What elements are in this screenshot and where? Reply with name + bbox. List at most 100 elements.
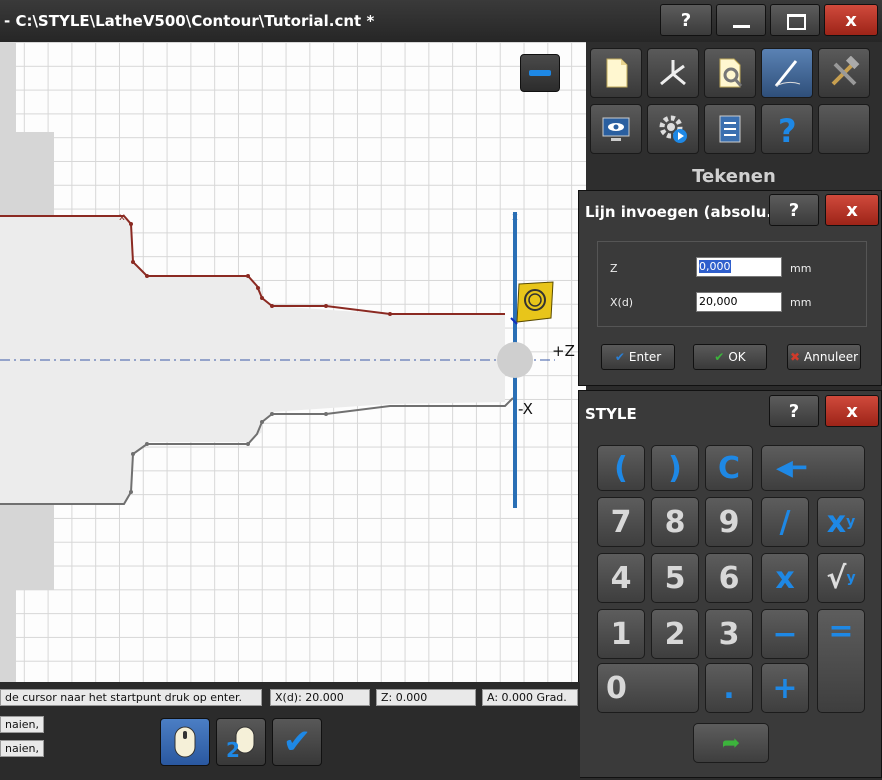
dialog-title: Lijn invoegen (absolu...: [585, 203, 784, 221]
minus-x-label: -X: [518, 400, 533, 418]
cross-icon: ✖: [789, 350, 800, 364]
status-angle: A: 0.000 Grad.: [482, 689, 578, 706]
key-2[interactable]: 2: [651, 609, 699, 659]
key-5[interactable]: 5: [651, 553, 699, 603]
tool-simulate[interactable]: [647, 104, 699, 154]
keypad-close-button[interactable]: x: [825, 395, 879, 427]
cancel-button[interactable]: ✖ Annuleer: [787, 344, 861, 370]
z-unit: mm: [790, 262, 812, 275]
status-message: de cursor naar het startpunt druk op ent…: [0, 689, 262, 706]
tool-draw[interactable]: [761, 48, 813, 98]
toolbar-section-label: Tekenen: [692, 166, 776, 187]
tool-tools[interactable]: [818, 48, 870, 98]
tool-document-settings[interactable]: [704, 48, 756, 98]
confirm-button[interactable]: ✔: [272, 718, 322, 766]
close-button[interactable]: x: [824, 4, 878, 36]
zoom-out-button[interactable]: [520, 54, 560, 92]
check-icon: ✔: [714, 350, 725, 364]
keypad-title: STYLE: [585, 405, 637, 423]
gear-play-icon: [659, 115, 687, 143]
key-3[interactable]: 3: [705, 609, 753, 659]
minimize-button[interactable]: [716, 4, 766, 36]
dialog-close-button[interactable]: x: [825, 194, 879, 226]
svg-text:x: x: [512, 212, 518, 223]
minimize-icon: [733, 25, 750, 28]
list-icon: [719, 115, 741, 143]
root-label: √: [826, 560, 847, 596]
draw-pen-icon: [774, 60, 801, 87]
keypad-panel: STYLE ? x ( ) C ◀━ 7 8 9 / xy 4 5 6 x √ y…: [578, 390, 882, 778]
document-wrench-icon: [719, 58, 743, 88]
mouse-icon: [174, 726, 196, 758]
enter-button[interactable]: ✔ Enter: [601, 344, 675, 370]
ok-button[interactable]: ✔ OK: [693, 344, 767, 370]
key-multiply[interactable]: x: [761, 553, 809, 603]
maximize-button[interactable]: [770, 4, 820, 36]
svg-text:2: 2: [226, 738, 240, 759]
maximize-icon: [787, 14, 806, 30]
key-divide[interactable]: /: [761, 497, 809, 547]
key-close-paren[interactable]: ): [651, 445, 699, 491]
status-left-2: naien, R:: [0, 740, 44, 757]
key-decimal[interactable]: .: [705, 663, 753, 713]
key-0[interactable]: 0: [597, 663, 699, 713]
tool-lathe[interactable]: [647, 48, 699, 98]
arrow-return-icon: ➦: [721, 730, 741, 756]
question-icon: ?: [778, 112, 797, 146]
key-open-paren[interactable]: (: [597, 445, 645, 491]
input-group: Z 0,000 mm X(d) 20,000 mm: [597, 241, 867, 327]
ok-label: OK: [728, 350, 746, 364]
check-icon: ✔: [614, 350, 625, 364]
status-xd: X(d): 20.000: [270, 689, 370, 706]
enter-label: Enter: [628, 350, 662, 364]
key-equals[interactable]: =: [817, 609, 865, 713]
key-backspace[interactable]: ◀━: [761, 445, 865, 491]
minus-icon: [529, 70, 551, 76]
power-label: x: [826, 504, 847, 540]
svg-text:x: x: [119, 212, 125, 223]
tool-list[interactable]: [704, 104, 756, 154]
x-unit: mm: [790, 296, 812, 309]
tool-view[interactable]: [590, 104, 642, 154]
title-bar: - C:\STYLE\LatheV500\Contour\Tutorial.cn…: [0, 0, 882, 42]
key-1[interactable]: 1: [597, 609, 645, 659]
backspace-icon: ◀━: [776, 455, 807, 481]
key-root[interactable]: √ y: [817, 553, 865, 603]
key-enter[interactable]: ➦: [693, 723, 769, 763]
z-value: 0,000: [699, 260, 731, 273]
key-plus[interactable]: +: [761, 663, 809, 713]
document-icon: [606, 58, 628, 88]
key-minus[interactable]: −: [761, 609, 809, 659]
line-insert-dialog: Lijn invoegen (absolu... ? x Z 0,000 mm …: [578, 190, 882, 386]
status-area: de cursor naar het startpunt druk op ent…: [0, 682, 580, 780]
mouse-mode-2-button[interactable]: 2: [216, 718, 266, 766]
origin-marker: [497, 342, 533, 378]
mouse-mode-button[interactable]: [160, 718, 210, 766]
key-8[interactable]: 8: [651, 497, 699, 547]
keypad-help-button[interactable]: ?: [769, 395, 819, 427]
cancel-label: Annuleer: [804, 350, 859, 364]
key-clear[interactable]: C: [705, 445, 753, 491]
key-9[interactable]: 9: [705, 497, 753, 547]
key-6[interactable]: 6: [705, 553, 753, 603]
z-input[interactable]: 0,000: [696, 257, 782, 277]
x-input[interactable]: 20,000: [696, 292, 782, 312]
hammer-wrench-icon: [831, 56, 860, 86]
key-4[interactable]: 4: [597, 553, 645, 603]
plus-z-label: +Z: [552, 342, 575, 360]
tool-insert-icon: [510, 281, 554, 325]
key-7[interactable]: 7: [597, 497, 645, 547]
x-label: X(d): [610, 296, 634, 309]
lathe-icon: [660, 60, 686, 86]
tool-new-document[interactable]: [590, 48, 642, 98]
drawing-canvas[interactable]: x x +Z -X: [0, 42, 586, 682]
z-label: Z: [610, 262, 618, 275]
window-title: - C:\STYLE\LatheV500\Contour\Tutorial.cn…: [4, 12, 375, 30]
key-power[interactable]: xy: [817, 497, 865, 547]
monitor-eye-icon: [602, 117, 630, 141]
checkmark-icon: ✔: [282, 722, 312, 762]
help-button[interactable]: ?: [660, 4, 712, 36]
dialog-help-button[interactable]: ?: [769, 194, 819, 226]
tool-help[interactable]: ?: [761, 104, 813, 154]
status-left-1: naien, R:: [0, 716, 44, 733]
